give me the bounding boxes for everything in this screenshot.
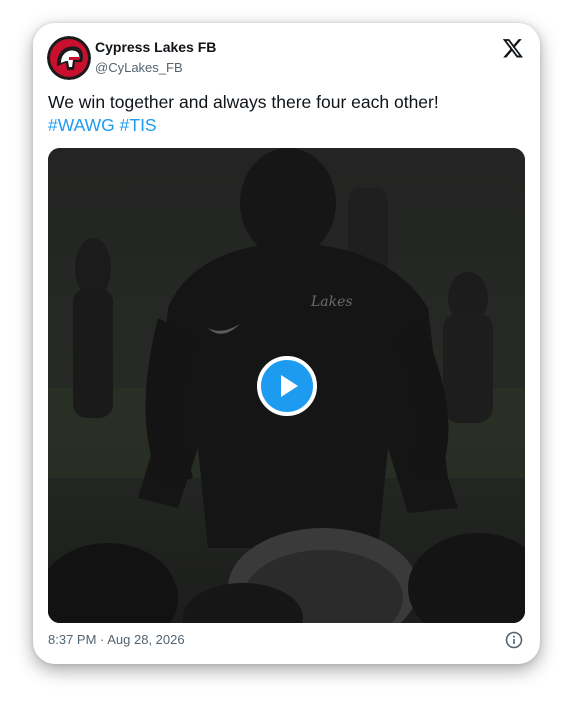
tweet-body: We win together and always there four ea…: [48, 92, 439, 112]
tweet-timestamp[interactable]: 8:37 PM · Aug 28, 2026: [48, 632, 185, 647]
video-thumbnail[interactable]: Lakes: [48, 148, 525, 623]
x-logo-icon[interactable]: [502, 37, 524, 59]
info-icon[interactable]: [504, 630, 524, 650]
user-handle[interactable]: @CyLakes_FB: [95, 60, 183, 75]
tweet-text: We win together and always there four ea…: [48, 91, 518, 137]
hashtag-link[interactable]: #TIS: [120, 115, 157, 135]
play-button[interactable]: [257, 356, 317, 416]
avatar[interactable]: [47, 36, 91, 80]
play-icon: [281, 375, 298, 397]
display-name[interactable]: Cypress Lakes FB: [95, 39, 216, 55]
spartan-helmet-avatar-icon: [47, 36, 91, 80]
tweet-card: Cypress Lakes FB @CyLakes_FB We win toge…: [33, 23, 540, 664]
shirt-lettering: Lakes: [310, 294, 353, 310]
hashtag-link[interactable]: #WAWG: [48, 115, 115, 135]
